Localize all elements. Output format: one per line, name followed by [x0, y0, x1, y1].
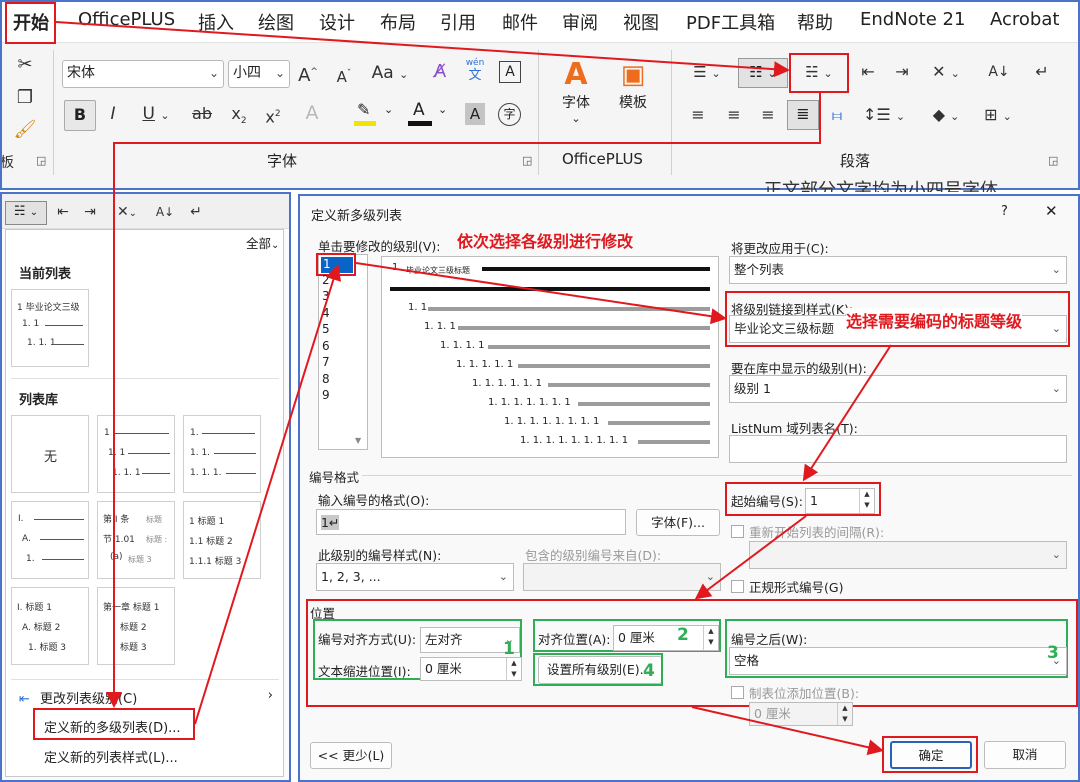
annotation-arrows [55, 21, 892, 756]
